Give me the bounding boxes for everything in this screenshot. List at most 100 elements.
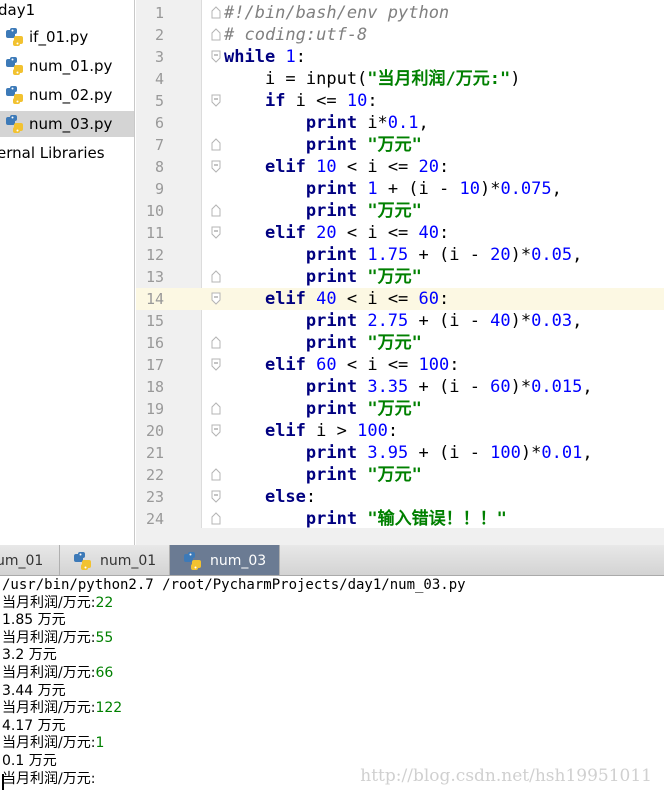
code-line[interactable]: 9 print 1 + (i - 10)*0.075, — [136, 178, 664, 200]
fold-end-icon[interactable] — [211, 336, 221, 349]
code-token-number: 0.015 — [531, 377, 583, 397]
console-output-line: 3.44 万元 — [2, 682, 66, 700]
python-file-icon — [4, 113, 26, 135]
line-number: 18 — [145, 378, 164, 396]
fold-start-icon[interactable] — [211, 50, 221, 63]
fold-start-icon[interactable] — [211, 160, 221, 173]
code-line[interactable]: 21 print 3.95 + (i - 100)*0.01, — [136, 442, 664, 464]
run-tab[interactable]: um_01 — [0, 545, 60, 575]
code-line[interactable]: 2 # coding:utf-8 — [136, 24, 664, 46]
fold-end-icon[interactable] — [211, 468, 221, 481]
code-line[interactable]: 19 print "万元" — [136, 398, 664, 420]
code-line[interactable]: 3 while 1: — [136, 46, 664, 68]
code-text: elif 10 < i <= 20: — [224, 157, 449, 177]
code-token-plain: )* — [510, 311, 532, 331]
code-line[interactable]: 22 print "万元" — [136, 464, 664, 486]
code-token-plain: + (i - — [408, 245, 491, 265]
code-token-number: 0.05 — [531, 245, 573, 265]
code-token-comment: #!/bin/bash/env python — [224, 3, 450, 23]
code-line[interactable]: 18 print 3.35 + (i - 60)*0.015, — [136, 376, 664, 398]
code-line[interactable]: 6 print i*0.1, — [136, 112, 664, 134]
tree-external-libraries[interactable]: ernal Libraries — [0, 140, 105, 166]
fold-end-icon[interactable] — [211, 270, 221, 283]
line-number: 22 — [145, 466, 164, 484]
console-output-line: 1.85 万元 — [2, 611, 66, 629]
code-token-string: "当月利润/万元:" — [367, 69, 511, 89]
code-token-keyword: elif — [264, 289, 306, 309]
code-text: print "万元" — [224, 399, 422, 419]
fold-start-icon[interactable] — [211, 358, 221, 371]
code-line[interactable]: 23 else: — [136, 486, 664, 508]
code-token-number: 20 — [418, 157, 440, 177]
code-line[interactable]: 24 print "输入错误！！！" — [136, 508, 664, 530]
code-line[interactable]: 8 elif 10 < i <= 20: — [136, 156, 664, 178]
code-token-number: 40 — [418, 223, 440, 243]
fold-start-icon[interactable] — [211, 292, 221, 305]
line-number: 11 — [145, 224, 164, 242]
line-number: 21 — [145, 444, 164, 462]
fold-start-icon[interactable] — [211, 94, 221, 107]
code-token-number: 0.075 — [500, 179, 552, 199]
code-token-keyword: print — [305, 399, 358, 419]
run-console[interactable]: /usr/bin/python2.7 /root/PycharmProjects… — [0, 576, 664, 798]
code-line[interactable]: 4 i = input("当月利润/万元:") — [136, 68, 664, 90]
code-token-plain: : — [439, 157, 450, 177]
code-token-plain: ) — [510, 69, 521, 89]
code-line[interactable]: 1 #!/bin/bash/env python — [136, 2, 664, 24]
code-line[interactable]: 13 print "万元" — [136, 266, 664, 288]
line-number: 8 — [154, 158, 164, 176]
code-token-keyword: elif — [264, 223, 306, 243]
code-line[interactable]: 12 print 1.75 + (i - 20)*0.05, — [136, 244, 664, 266]
code-token-plain: )* — [520, 443, 542, 463]
code-line[interactable]: 17 elif 60 < i <= 100: — [136, 354, 664, 376]
code-line[interactable]: 11 elif 20 < i <= 40: — [136, 222, 664, 244]
tree-file-item[interactable]: if_01.py — [4, 24, 88, 50]
code-line[interactable]: 15 print 2.75 + (i - 40)*0.03, — [136, 310, 664, 332]
fold-end-icon[interactable] — [211, 512, 221, 525]
tree-file-label: num_03.py — [29, 115, 113, 133]
tree-file-item[interactable]: num_03.py — [0, 111, 134, 137]
tree-file-item[interactable]: num_01.py — [4, 53, 112, 79]
fold-start-icon[interactable] — [211, 424, 221, 437]
code-token-plain: + (i - — [408, 311, 491, 331]
code-line[interactable]: 20 elif i > 100: — [136, 420, 664, 442]
code-token-plain: < i <= — [336, 289, 419, 309]
line-number: 23 — [145, 488, 164, 506]
fold-start-icon[interactable] — [211, 226, 221, 239]
code-line[interactable]: 14 elif 40 < i <= 60: — [136, 288, 664, 310]
fold-end-icon[interactable] — [211, 402, 221, 415]
code-token-number: 0.1 — [387, 113, 419, 133]
tree-root-day1[interactable]: day1 — [0, 0, 35, 23]
code-token-string: "万元" — [367, 267, 422, 287]
run-tab[interactable]: num_03 — [170, 545, 280, 575]
code-token-plain: : — [439, 289, 450, 309]
line-number: 9 — [154, 180, 164, 198]
run-tab[interactable]: num_01 — [60, 545, 170, 575]
code-token-keyword: print — [305, 509, 358, 529]
code-editor[interactable]: 1 #!/bin/bash/env python 2 # coding:utf-8 3 w… — [136, 0, 664, 545]
code-line[interactable]: 16 print "万元" — [136, 332, 664, 354]
code-line[interactable]: 7 print "万元" — [136, 134, 664, 156]
fold-end-icon[interactable] — [211, 6, 221, 19]
tree-file-item[interactable]: num_02.py — [4, 82, 112, 108]
text-caret — [2, 774, 4, 790]
code-line[interactable]: 5 if i <= 10: — [136, 90, 664, 112]
fold-end-icon[interactable] — [211, 204, 221, 217]
code-token-plain: , — [572, 245, 583, 265]
code-line[interactable]: 10 print "万元" — [136, 200, 664, 222]
fold-start-icon[interactable] — [211, 490, 221, 503]
code-token-number: 10 — [459, 179, 480, 199]
fold-end-icon[interactable] — [211, 138, 221, 151]
line-number: 1 — [154, 4, 164, 22]
fold-end-icon[interactable] — [211, 28, 221, 41]
console-prompt-line: 当月利润/万元:122 — [2, 699, 122, 717]
code-token-plain: < i <= — [336, 355, 419, 375]
console-user-input: 22 — [95, 594, 114, 611]
